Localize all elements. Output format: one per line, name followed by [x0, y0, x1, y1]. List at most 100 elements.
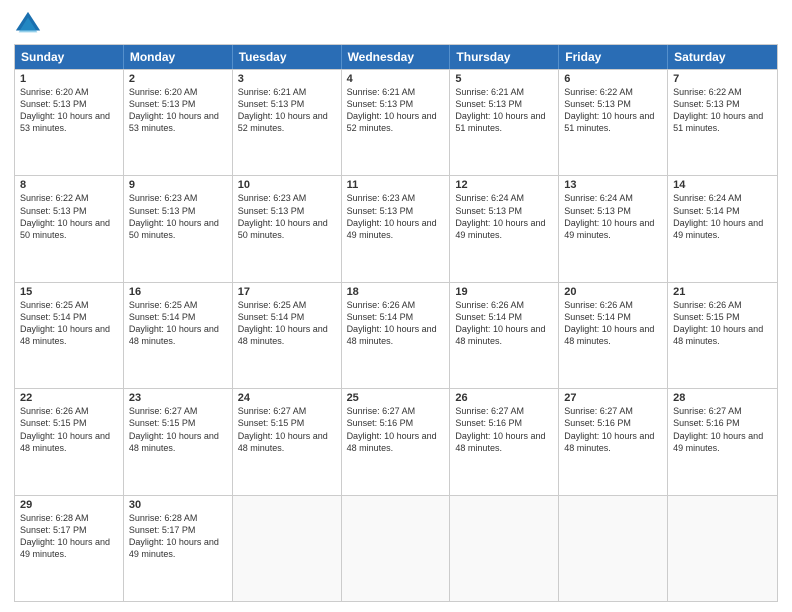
day-number: 13	[564, 179, 662, 191]
day-number: 10	[238, 179, 336, 191]
header-day-tuesday: Tuesday	[233, 45, 342, 69]
day-info: Sunrise: 6:21 AMSunset: 5:13 PMDaylight:…	[238, 86, 336, 135]
day-info: Sunrise: 6:24 AMSunset: 5:13 PMDaylight:…	[455, 192, 553, 241]
day-info: Sunrise: 6:26 AMSunset: 5:14 PMDaylight:…	[347, 299, 445, 348]
day-info: Sunrise: 6:26 AMSunset: 5:14 PMDaylight:…	[564, 299, 662, 348]
cal-cell-day-4: 4Sunrise: 6:21 AMSunset: 5:13 PMDaylight…	[342, 70, 451, 175]
day-info: Sunrise: 6:23 AMSunset: 5:13 PMDaylight:…	[238, 192, 336, 241]
day-info: Sunrise: 6:23 AMSunset: 5:13 PMDaylight:…	[347, 192, 445, 241]
cal-cell-empty	[450, 496, 559, 601]
day-info: Sunrise: 6:27 AMSunset: 5:16 PMDaylight:…	[347, 405, 445, 454]
day-info: Sunrise: 6:22 AMSunset: 5:13 PMDaylight:…	[564, 86, 662, 135]
cal-cell-day-30: 30Sunrise: 6:28 AMSunset: 5:17 PMDayligh…	[124, 496, 233, 601]
day-number: 6	[564, 73, 662, 85]
cal-cell-day-21: 21Sunrise: 6:26 AMSunset: 5:15 PMDayligh…	[668, 283, 777, 388]
day-number: 7	[673, 73, 772, 85]
day-number: 27	[564, 392, 662, 404]
cal-cell-day-8: 8Sunrise: 6:22 AMSunset: 5:13 PMDaylight…	[15, 176, 124, 281]
day-number: 26	[455, 392, 553, 404]
day-info: Sunrise: 6:20 AMSunset: 5:13 PMDaylight:…	[20, 86, 118, 135]
day-info: Sunrise: 6:26 AMSunset: 5:15 PMDaylight:…	[20, 405, 118, 454]
calendar-body: 1Sunrise: 6:20 AMSunset: 5:13 PMDaylight…	[15, 69, 777, 601]
day-number: 18	[347, 286, 445, 298]
day-number: 5	[455, 73, 553, 85]
day-number: 11	[347, 179, 445, 191]
cal-cell-day-25: 25Sunrise: 6:27 AMSunset: 5:16 PMDayligh…	[342, 389, 451, 494]
day-number: 15	[20, 286, 118, 298]
day-number: 19	[455, 286, 553, 298]
day-number: 4	[347, 73, 445, 85]
day-number: 29	[20, 499, 118, 511]
calendar-header: SundayMondayTuesdayWednesdayThursdayFrid…	[15, 45, 777, 69]
cal-week-1: 1Sunrise: 6:20 AMSunset: 5:13 PMDaylight…	[15, 69, 777, 175]
cal-week-5: 29Sunrise: 6:28 AMSunset: 5:17 PMDayligh…	[15, 495, 777, 601]
logo	[14, 10, 46, 38]
day-info: Sunrise: 6:28 AMSunset: 5:17 PMDaylight:…	[129, 512, 227, 561]
day-info: Sunrise: 6:27 AMSunset: 5:16 PMDaylight:…	[673, 405, 772, 454]
day-number: 28	[673, 392, 772, 404]
cal-cell-day-11: 11Sunrise: 6:23 AMSunset: 5:13 PMDayligh…	[342, 176, 451, 281]
cal-cell-day-20: 20Sunrise: 6:26 AMSunset: 5:14 PMDayligh…	[559, 283, 668, 388]
day-info: Sunrise: 6:26 AMSunset: 5:14 PMDaylight:…	[455, 299, 553, 348]
day-info: Sunrise: 6:25 AMSunset: 5:14 PMDaylight:…	[238, 299, 336, 348]
cal-cell-day-22: 22Sunrise: 6:26 AMSunset: 5:15 PMDayligh…	[15, 389, 124, 494]
cal-cell-day-18: 18Sunrise: 6:26 AMSunset: 5:14 PMDayligh…	[342, 283, 451, 388]
cal-cell-day-13: 13Sunrise: 6:24 AMSunset: 5:13 PMDayligh…	[559, 176, 668, 281]
cal-cell-day-5: 5Sunrise: 6:21 AMSunset: 5:13 PMDaylight…	[450, 70, 559, 175]
cal-cell-day-24: 24Sunrise: 6:27 AMSunset: 5:15 PMDayligh…	[233, 389, 342, 494]
day-info: Sunrise: 6:21 AMSunset: 5:13 PMDaylight:…	[347, 86, 445, 135]
cal-cell-day-10: 10Sunrise: 6:23 AMSunset: 5:13 PMDayligh…	[233, 176, 342, 281]
cal-cell-day-23: 23Sunrise: 6:27 AMSunset: 5:15 PMDayligh…	[124, 389, 233, 494]
day-number: 23	[129, 392, 227, 404]
calendar: SundayMondayTuesdayWednesdayThursdayFrid…	[14, 44, 778, 602]
cal-week-3: 15Sunrise: 6:25 AMSunset: 5:14 PMDayligh…	[15, 282, 777, 388]
day-info: Sunrise: 6:22 AMSunset: 5:13 PMDaylight:…	[20, 192, 118, 241]
cal-cell-day-1: 1Sunrise: 6:20 AMSunset: 5:13 PMDaylight…	[15, 70, 124, 175]
cal-cell-day-19: 19Sunrise: 6:26 AMSunset: 5:14 PMDayligh…	[450, 283, 559, 388]
logo-icon	[14, 10, 42, 38]
cal-cell-day-2: 2Sunrise: 6:20 AMSunset: 5:13 PMDaylight…	[124, 70, 233, 175]
day-info: Sunrise: 6:28 AMSunset: 5:17 PMDaylight:…	[20, 512, 118, 561]
day-number: 3	[238, 73, 336, 85]
day-info: Sunrise: 6:22 AMSunset: 5:13 PMDaylight:…	[673, 86, 772, 135]
cal-cell-day-27: 27Sunrise: 6:27 AMSunset: 5:16 PMDayligh…	[559, 389, 668, 494]
day-number: 25	[347, 392, 445, 404]
day-info: Sunrise: 6:24 AMSunset: 5:14 PMDaylight:…	[673, 192, 772, 241]
cal-cell-day-28: 28Sunrise: 6:27 AMSunset: 5:16 PMDayligh…	[668, 389, 777, 494]
cal-cell-day-7: 7Sunrise: 6:22 AMSunset: 5:13 PMDaylight…	[668, 70, 777, 175]
day-info: Sunrise: 6:24 AMSunset: 5:13 PMDaylight:…	[564, 192, 662, 241]
day-number: 16	[129, 286, 227, 298]
day-info: Sunrise: 6:25 AMSunset: 5:14 PMDaylight:…	[129, 299, 227, 348]
header-day-saturday: Saturday	[668, 45, 777, 69]
day-info: Sunrise: 6:27 AMSunset: 5:15 PMDaylight:…	[238, 405, 336, 454]
cal-cell-empty	[668, 496, 777, 601]
cal-cell-day-9: 9Sunrise: 6:23 AMSunset: 5:13 PMDaylight…	[124, 176, 233, 281]
cal-cell-day-14: 14Sunrise: 6:24 AMSunset: 5:14 PMDayligh…	[668, 176, 777, 281]
day-info: Sunrise: 6:26 AMSunset: 5:15 PMDaylight:…	[673, 299, 772, 348]
header-day-monday: Monday	[124, 45, 233, 69]
cal-cell-empty	[559, 496, 668, 601]
day-info: Sunrise: 6:21 AMSunset: 5:13 PMDaylight:…	[455, 86, 553, 135]
day-number: 2	[129, 73, 227, 85]
cal-week-2: 8Sunrise: 6:22 AMSunset: 5:13 PMDaylight…	[15, 175, 777, 281]
header-day-thursday: Thursday	[450, 45, 559, 69]
day-number: 24	[238, 392, 336, 404]
day-number: 21	[673, 286, 772, 298]
cal-cell-day-26: 26Sunrise: 6:27 AMSunset: 5:16 PMDayligh…	[450, 389, 559, 494]
cal-cell-day-15: 15Sunrise: 6:25 AMSunset: 5:14 PMDayligh…	[15, 283, 124, 388]
day-info: Sunrise: 6:27 AMSunset: 5:16 PMDaylight:…	[455, 405, 553, 454]
day-info: Sunrise: 6:25 AMSunset: 5:14 PMDaylight:…	[20, 299, 118, 348]
day-number: 1	[20, 73, 118, 85]
cal-week-4: 22Sunrise: 6:26 AMSunset: 5:15 PMDayligh…	[15, 388, 777, 494]
day-number: 8	[20, 179, 118, 191]
day-number: 9	[129, 179, 227, 191]
day-info: Sunrise: 6:20 AMSunset: 5:13 PMDaylight:…	[129, 86, 227, 135]
cal-cell-day-12: 12Sunrise: 6:24 AMSunset: 5:13 PMDayligh…	[450, 176, 559, 281]
day-number: 20	[564, 286, 662, 298]
day-info: Sunrise: 6:23 AMSunset: 5:13 PMDaylight:…	[129, 192, 227, 241]
cal-cell-day-29: 29Sunrise: 6:28 AMSunset: 5:17 PMDayligh…	[15, 496, 124, 601]
day-number: 30	[129, 499, 227, 511]
page: SundayMondayTuesdayWednesdayThursdayFrid…	[0, 0, 792, 612]
day-number: 17	[238, 286, 336, 298]
cal-cell-day-17: 17Sunrise: 6:25 AMSunset: 5:14 PMDayligh…	[233, 283, 342, 388]
